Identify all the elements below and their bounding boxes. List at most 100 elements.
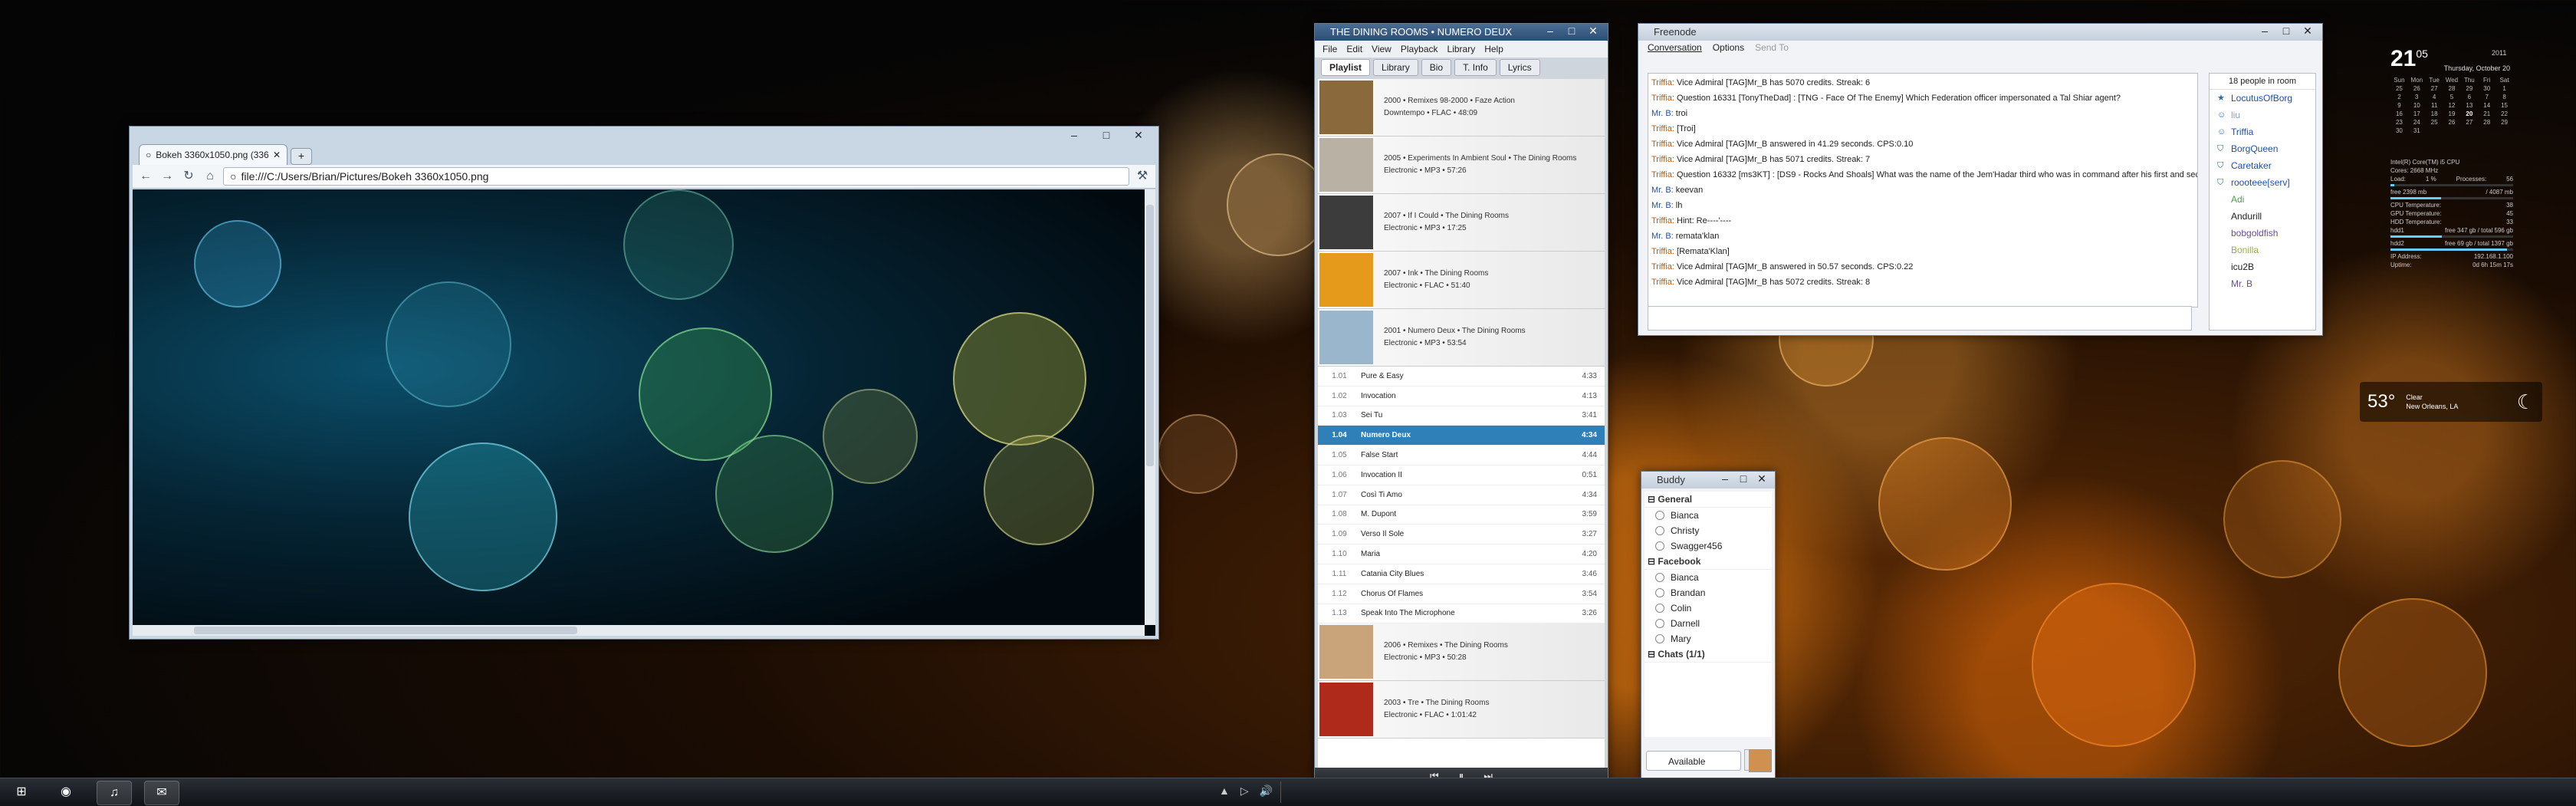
tab-library[interactable]: Library xyxy=(1373,59,1418,76)
maximize-button[interactable]: □ xyxy=(1562,24,1582,38)
track-row[interactable]: 1.11 Catania City Blues 3:46 xyxy=(1318,564,1605,584)
calendar-day[interactable]: 12 xyxy=(2443,102,2461,109)
maximize-button[interactable]: □ xyxy=(1735,472,1752,485)
buddy-group-header[interactable]: ⊟ Facebook xyxy=(1644,554,1772,570)
user-list-item[interactable]: ☺ Triffia xyxy=(2210,123,2315,140)
calendar-day[interactable]: 27 xyxy=(2426,85,2443,92)
calendar-day[interactable]: 17 xyxy=(2408,110,2426,117)
menu-item-file[interactable]: File xyxy=(1322,41,1337,58)
calendar-day[interactable]: 7 xyxy=(2478,94,2496,100)
album-row[interactable]: 2006 • Remixes • The Dining Rooms Electro… xyxy=(1318,623,1605,682)
buddy-item[interactable]: Brandan xyxy=(1644,585,1772,600)
buddy-item[interactable]: Bianca xyxy=(1644,508,1772,523)
home-icon[interactable]: ⌂ xyxy=(202,168,219,185)
wrench-icon[interactable]: ⚒ xyxy=(1134,168,1151,185)
track-row[interactable]: 1.01 Pure & Easy 4:33 xyxy=(1318,367,1605,387)
calendar-day[interactable]: 31 xyxy=(2408,127,2426,134)
minimize-button[interactable]: – xyxy=(1717,472,1733,485)
track-row[interactable]: 1.05 False Start 4:44 xyxy=(1318,446,1605,466)
user-list-item[interactable]: bobgoldfish xyxy=(2210,225,2315,242)
close-button[interactable]: ✕ xyxy=(1123,128,1154,142)
buddy-item[interactable]: Swagger456 xyxy=(1644,538,1772,554)
calendar-day[interactable]: 29 xyxy=(2496,119,2513,126)
buddy-item[interactable]: Bianca xyxy=(1644,570,1772,585)
calendar-day[interactable]: 14 xyxy=(2478,102,2496,109)
calendar-day[interactable]: 5 xyxy=(2443,94,2461,100)
calendar-day[interactable]: 28 xyxy=(2478,119,2496,126)
maximize-button[interactable]: □ xyxy=(2276,24,2296,38)
volume-icon[interactable]: 🔊 xyxy=(1260,785,1273,798)
menu-item-options[interactable]: Options xyxy=(1713,41,1744,54)
browser-tab[interactable]: ○ Bokeh 3360x1050.png (336 ✕ xyxy=(139,144,288,165)
calendar-day[interactable]: 6 xyxy=(2460,94,2478,100)
tab-lyrics[interactable]: Lyrics xyxy=(1499,59,1540,76)
calendar-day[interactable]: 22 xyxy=(2496,110,2513,117)
chevron-up-icon[interactable]: ▲ xyxy=(1219,785,1230,798)
tab-bio[interactable]: Bio xyxy=(1421,59,1452,76)
scrollbar-thumb[interactable] xyxy=(194,627,577,634)
calendar-day[interactable]: 30 xyxy=(2390,127,2408,134)
reload-icon[interactable]: ↻ xyxy=(180,168,197,185)
track-row[interactable]: 1.12 Chorus Of Flames 3:54 xyxy=(1318,584,1605,604)
chat-icon[interactable]: ✉ xyxy=(144,781,179,805)
menu-item-playback[interactable]: Playback xyxy=(1401,41,1438,58)
message-input[interactable] xyxy=(1648,306,2192,331)
calendar-day[interactable]: 26 xyxy=(2443,119,2461,126)
new-tab-button[interactable]: + xyxy=(291,148,312,165)
back-icon[interactable]: ← xyxy=(137,168,154,185)
calendar-day[interactable]: 13 xyxy=(2460,102,2478,109)
track-row[interactable]: 1.04 Numero Deux 4:34 xyxy=(1318,426,1605,446)
user-list-item[interactable]: ⛉ Caretaker xyxy=(2210,157,2315,174)
track-row[interactable]: 1.07 Così Ti Amo 4:34 xyxy=(1318,485,1605,505)
track-row[interactable]: 1.09 Verso Il Sole 3:27 xyxy=(1318,525,1605,545)
user-list-item[interactable]: Andurill xyxy=(2210,208,2315,225)
scrollbar-thumb[interactable] xyxy=(1146,205,1154,466)
calendar-day[interactable]: 26 xyxy=(2408,85,2426,92)
maximize-button[interactable]: □ xyxy=(1091,128,1122,142)
calendar-day[interactable]: 29 xyxy=(2460,85,2478,92)
close-button[interactable]: ✕ xyxy=(1583,24,1603,38)
minimize-button[interactable]: – xyxy=(2255,24,2275,38)
status-selector[interactable]: Available xyxy=(1646,751,1741,771)
calendar-day[interactable]: 21 xyxy=(2478,110,2496,117)
buddy-group-header[interactable]: ⊟ Chats (1/1) xyxy=(1644,646,1772,663)
calendar-day[interactable]: 27 xyxy=(2460,119,2478,126)
track-row[interactable]: 1.03 Sei Tu 3:41 xyxy=(1318,406,1605,426)
user-list-item[interactable]: Adi xyxy=(2210,191,2315,208)
user-list-item[interactable]: ⛉ BorgQueen xyxy=(2210,140,2315,157)
close-tab-icon[interactable]: ✕ xyxy=(273,145,281,165)
user-list-item[interactable]: ⛉ roooteee[serv] xyxy=(2210,174,2315,191)
album-row[interactable]: 2001 • Numero Deux • The Dining Rooms Ele… xyxy=(1318,309,1605,367)
track-row[interactable]: 1.08 M. Dupont 3:59 xyxy=(1318,505,1605,525)
track-row[interactable]: 1.13 Speak Into The Microphone 3:26 xyxy=(1318,604,1605,624)
calendar-day[interactable]: 23 xyxy=(2390,119,2408,126)
calendar-day[interactable]: 15 xyxy=(2496,102,2513,109)
tab-playlist[interactable]: Playlist xyxy=(1321,59,1371,76)
buddy-item[interactable]: Colin xyxy=(1644,600,1772,616)
menu-item-library[interactable]: Library xyxy=(1447,41,1476,58)
calendar-day[interactable]: 10 xyxy=(2408,102,2426,109)
track-row[interactable]: 1.02 Invocation 4:13 xyxy=(1318,387,1605,406)
menu-item-send-to[interactable]: Send To xyxy=(1755,41,1789,54)
buddy-item[interactable]: Darnell xyxy=(1644,616,1772,631)
calendar-day[interactable]: 4 xyxy=(2426,94,2443,100)
vertical-scrollbar[interactable] xyxy=(1145,189,1155,625)
start-button[interactable]: ⊞ xyxy=(5,781,38,804)
calendar-day[interactable]: 25 xyxy=(2390,85,2408,92)
album-row[interactable]: 2007 • Ink • The Dining Rooms Electronic … xyxy=(1318,252,1605,309)
calendar-day[interactable]: 8 xyxy=(2496,94,2513,100)
track-row[interactable]: 1.10 Maria 4:20 xyxy=(1318,544,1605,564)
network-icon[interactable]: ▷ xyxy=(1240,785,1249,798)
forward-icon[interactable]: → xyxy=(159,168,176,185)
track-row[interactable]: 1.06 Invocation II 0:51 xyxy=(1318,466,1605,485)
menu-item-view[interactable]: View xyxy=(1372,41,1392,58)
buddy-item[interactable]: Christy xyxy=(1644,523,1772,538)
calendar-day[interactable]: 18 xyxy=(2426,110,2443,117)
tab-tinfo[interactable]: T. Info xyxy=(1454,59,1497,76)
chrome-icon[interactable]: ◉ xyxy=(49,781,83,804)
calendar-day[interactable]: 11 xyxy=(2426,102,2443,109)
menu-item-help[interactable]: Help xyxy=(1484,41,1503,58)
calendar-day[interactable]: 25 xyxy=(2426,119,2443,126)
calendar-day[interactable]: 28 xyxy=(2443,85,2461,92)
calendar-day[interactable]: 1 xyxy=(2496,85,2513,92)
